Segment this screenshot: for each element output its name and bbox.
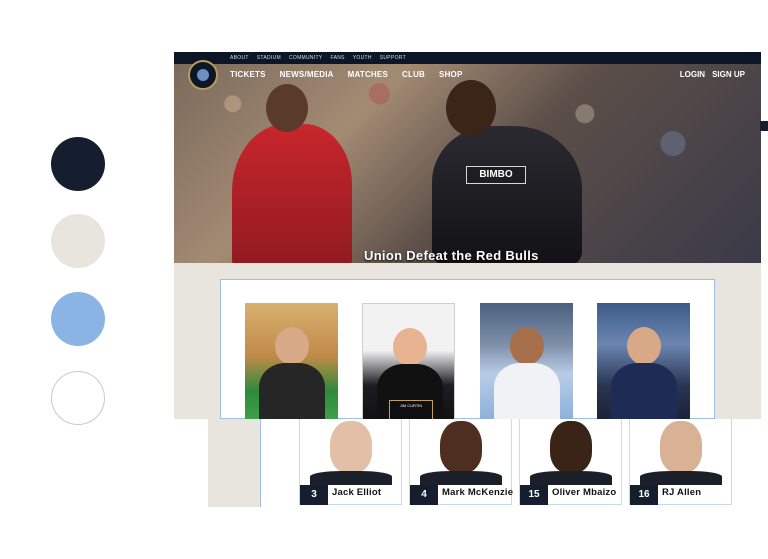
crest-emblem-icon — [197, 69, 209, 81]
color-swatch-white — [51, 371, 105, 425]
utility-nav-community[interactable]: COMMUNITY — [289, 52, 323, 64]
roster-section: 3 Jack Elliot 4 Mark McKenzie 15 Oliver … — [208, 419, 761, 507]
photo-figure-body — [494, 363, 560, 421]
nav-club[interactable]: CLUB — [402, 70, 425, 79]
utility-nav-support[interactable]: SUPPORT — [380, 52, 406, 64]
club-crest-logo[interactable] — [188, 60, 218, 90]
color-swatch-navy — [51, 137, 105, 191]
player-name: RJ Allen — [662, 487, 702, 498]
hero-banner[interactable]: BIMBO Union Defeat the Red Bulls — [174, 64, 761, 263]
nav-shop[interactable]: SHOP — [439, 70, 462, 79]
press-podium: JIM CURTIN — [389, 400, 433, 420]
nav-matches[interactable]: MATCHES — [348, 70, 388, 79]
auth-links: LOGIN SIGN UP — [680, 70, 745, 79]
player-headshot — [440, 421, 482, 473]
background-panel-edge — [760, 121, 768, 131]
utility-nav-youth[interactable]: YOUTH — [353, 52, 372, 64]
signup-link[interactable]: SIGN UP — [712, 70, 745, 79]
photo-figure-head — [510, 327, 544, 365]
player-card[interactable]: 3 Jack Elliot — [299, 419, 402, 505]
color-swatch-light-blue — [51, 292, 105, 346]
player-card[interactable]: 15 Oliver Mbaizo — [519, 419, 622, 505]
red-bulls-player-head — [266, 84, 308, 132]
player-number: 15 — [520, 485, 548, 505]
photo-figure-head — [275, 327, 309, 365]
utility-nav-stadium[interactable]: STADIUM — [257, 52, 281, 64]
player-jersey — [310, 471, 392, 485]
login-link[interactable]: LOGIN — [680, 70, 705, 79]
union-player-head — [446, 80, 496, 136]
photo-gallery: JIM CURTIN — [220, 279, 715, 421]
hero-headline[interactable]: Union Defeat the Red Bulls — [364, 248, 539, 263]
union-player — [432, 126, 582, 263]
player-jersey — [530, 471, 612, 485]
main-nav: TICKETS NEWS/MEDIA MATCHES CLUB SHOP — [230, 70, 463, 79]
photo-figure-head — [393, 328, 427, 366]
player-headshot — [330, 421, 372, 473]
gallery-photo-player-kit[interactable] — [480, 303, 573, 421]
player-name: Oliver Mbaizo — [552, 487, 617, 498]
player-name: Jack Elliot — [332, 487, 382, 498]
utility-nav-fans[interactable]: FANS — [331, 52, 345, 64]
utility-nav-about[interactable]: ABOUT — [230, 52, 249, 64]
player-headshot — [550, 421, 592, 473]
photo-figure-head — [627, 327, 661, 365]
player-number: 3 — [300, 485, 328, 505]
gallery-photo-executive[interactable] — [597, 303, 690, 421]
player-jersey — [420, 471, 502, 485]
color-swatch-beige — [51, 214, 105, 268]
red-bulls-player — [232, 124, 352, 263]
gallery-photo-match-action[interactable] — [245, 303, 338, 421]
player-jersey — [640, 471, 722, 485]
player-number: 16 — [630, 485, 658, 505]
nav-tickets[interactable]: TICKETS — [230, 70, 266, 79]
gallery-photo-press-conference[interactable]: JIM CURTIN — [362, 303, 455, 421]
roster-panel: 3 Jack Elliot 4 Mark McKenzie 15 Oliver … — [260, 419, 761, 507]
nav-news-media[interactable]: NEWS/MEDIA — [280, 70, 334, 79]
player-headshot — [660, 421, 702, 473]
player-card[interactable]: 16 RJ Allen — [629, 419, 732, 505]
sponsor-logo: BIMBO — [466, 166, 526, 184]
utility-nav: ABOUT STADIUM COMMUNITY FANS YOUTH SUPPO… — [230, 52, 406, 64]
player-name: Mark McKenzie — [442, 487, 514, 498]
player-number: 4 — [410, 485, 438, 505]
player-card[interactable]: 4 Mark McKenzie — [409, 419, 514, 505]
photo-figure-body — [611, 363, 677, 421]
photo-figure-body — [259, 363, 325, 421]
